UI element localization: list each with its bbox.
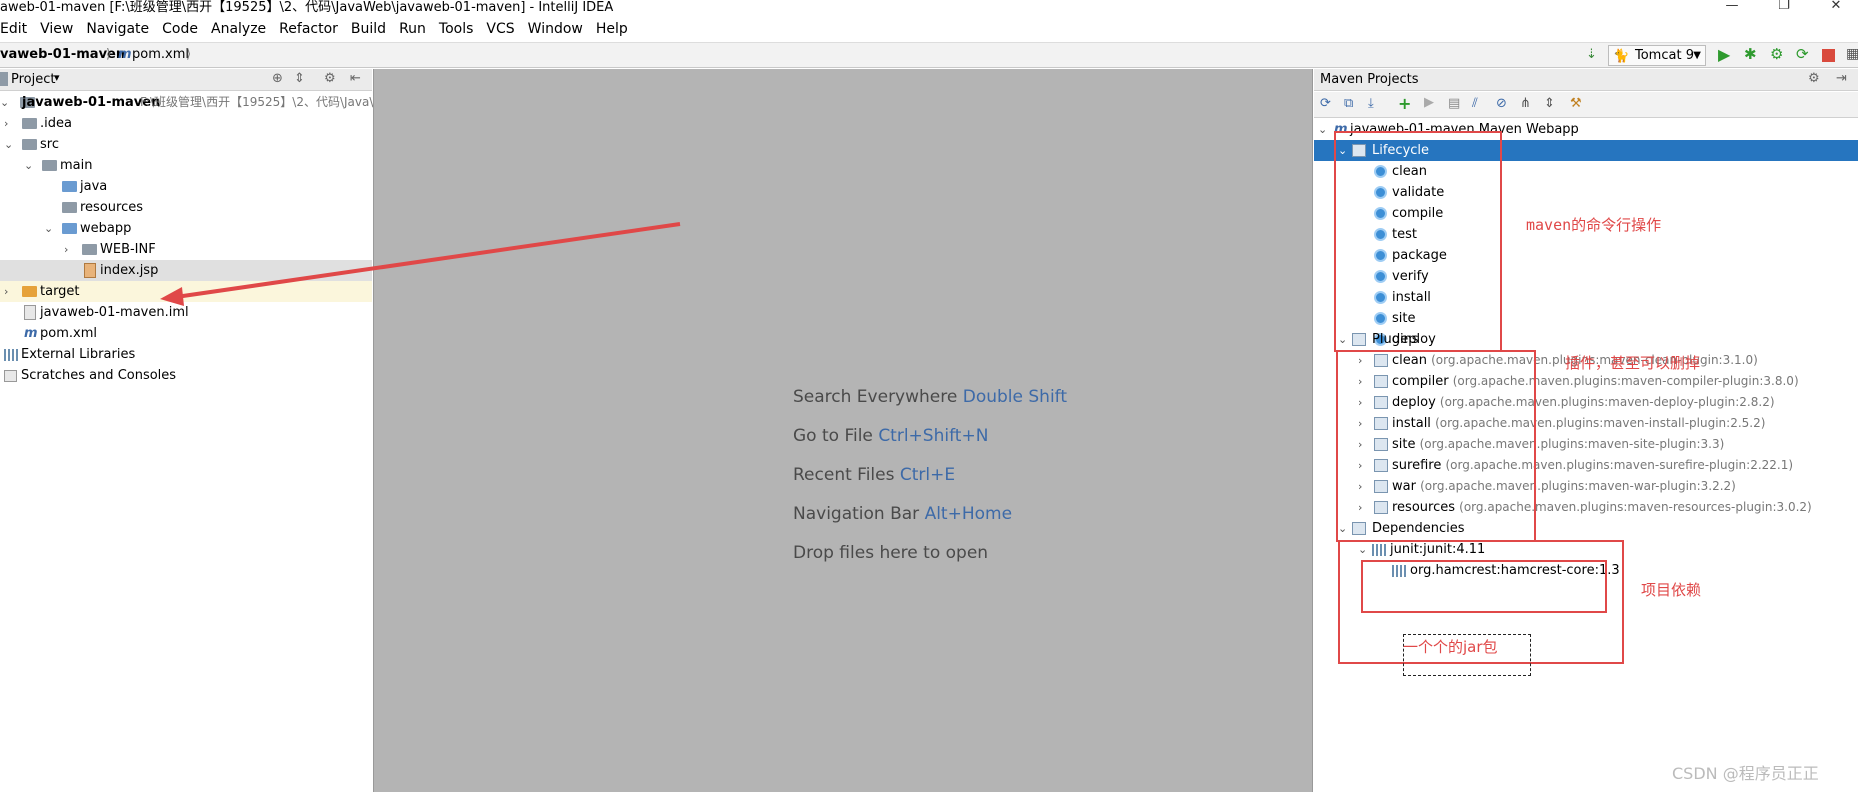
collapse-all-icon[interactable]: ⇕ xyxy=(1544,96,1555,111)
arrow-head xyxy=(160,287,184,306)
execute-goal-icon[interactable]: ▤ xyxy=(1448,96,1460,111)
maven-toolbar: ⟳ ⧉ ⤓ + ▶ ▤ ⫽ ⊘ ⋔ ⇕ ⚒ xyxy=(1314,92,1858,118)
plugins-highlight-box xyxy=(1336,350,1536,542)
chevron-down-icon: ⌄ xyxy=(1318,123,1328,136)
reimport-icon[interactable]: ⟳ xyxy=(1320,96,1331,111)
skip-tests-icon[interactable]: ⊘ xyxy=(1496,96,1507,111)
download-icon[interactable]: ⤓ xyxy=(1368,96,1374,111)
plugins-annotation: 插件，甚至可以删掉 xyxy=(1565,354,1701,372)
csdn-watermark: CSDN @程序员正正 xyxy=(1672,764,1819,783)
maven-panel-title: Maven Projects xyxy=(1320,72,1419,87)
dependencies-annotation: 项目依赖 xyxy=(1641,581,1702,599)
show-dependencies-icon[interactable]: ⋔ xyxy=(1520,96,1531,111)
arrow-shaft xyxy=(175,222,681,299)
lifecycle-highlight-box xyxy=(1334,131,1502,352)
add-icon[interactable]: + xyxy=(1398,94,1411,113)
run-maven-icon[interactable]: ▶ xyxy=(1424,95,1434,110)
toggle-offline-icon[interactable]: ⫽ xyxy=(1472,96,1478,111)
jar-annotation: 一个个的jar包 xyxy=(1403,638,1498,656)
jar-highlight-box xyxy=(1361,560,1607,613)
hide-panel-icon[interactable]: ⇥ xyxy=(1836,71,1847,86)
settings-gear-icon[interactable]: ⚙ xyxy=(1808,71,1820,86)
maven-panel-header: Maven Projects ⚙ ⇥ xyxy=(1314,69,1858,91)
maven-settings-icon[interactable]: ⚒ xyxy=(1570,96,1582,111)
lifecycle-annotation: maven的命令行操作 xyxy=(1526,216,1662,234)
generate-sources-icon[interactable]: ⧉ xyxy=(1344,96,1353,111)
